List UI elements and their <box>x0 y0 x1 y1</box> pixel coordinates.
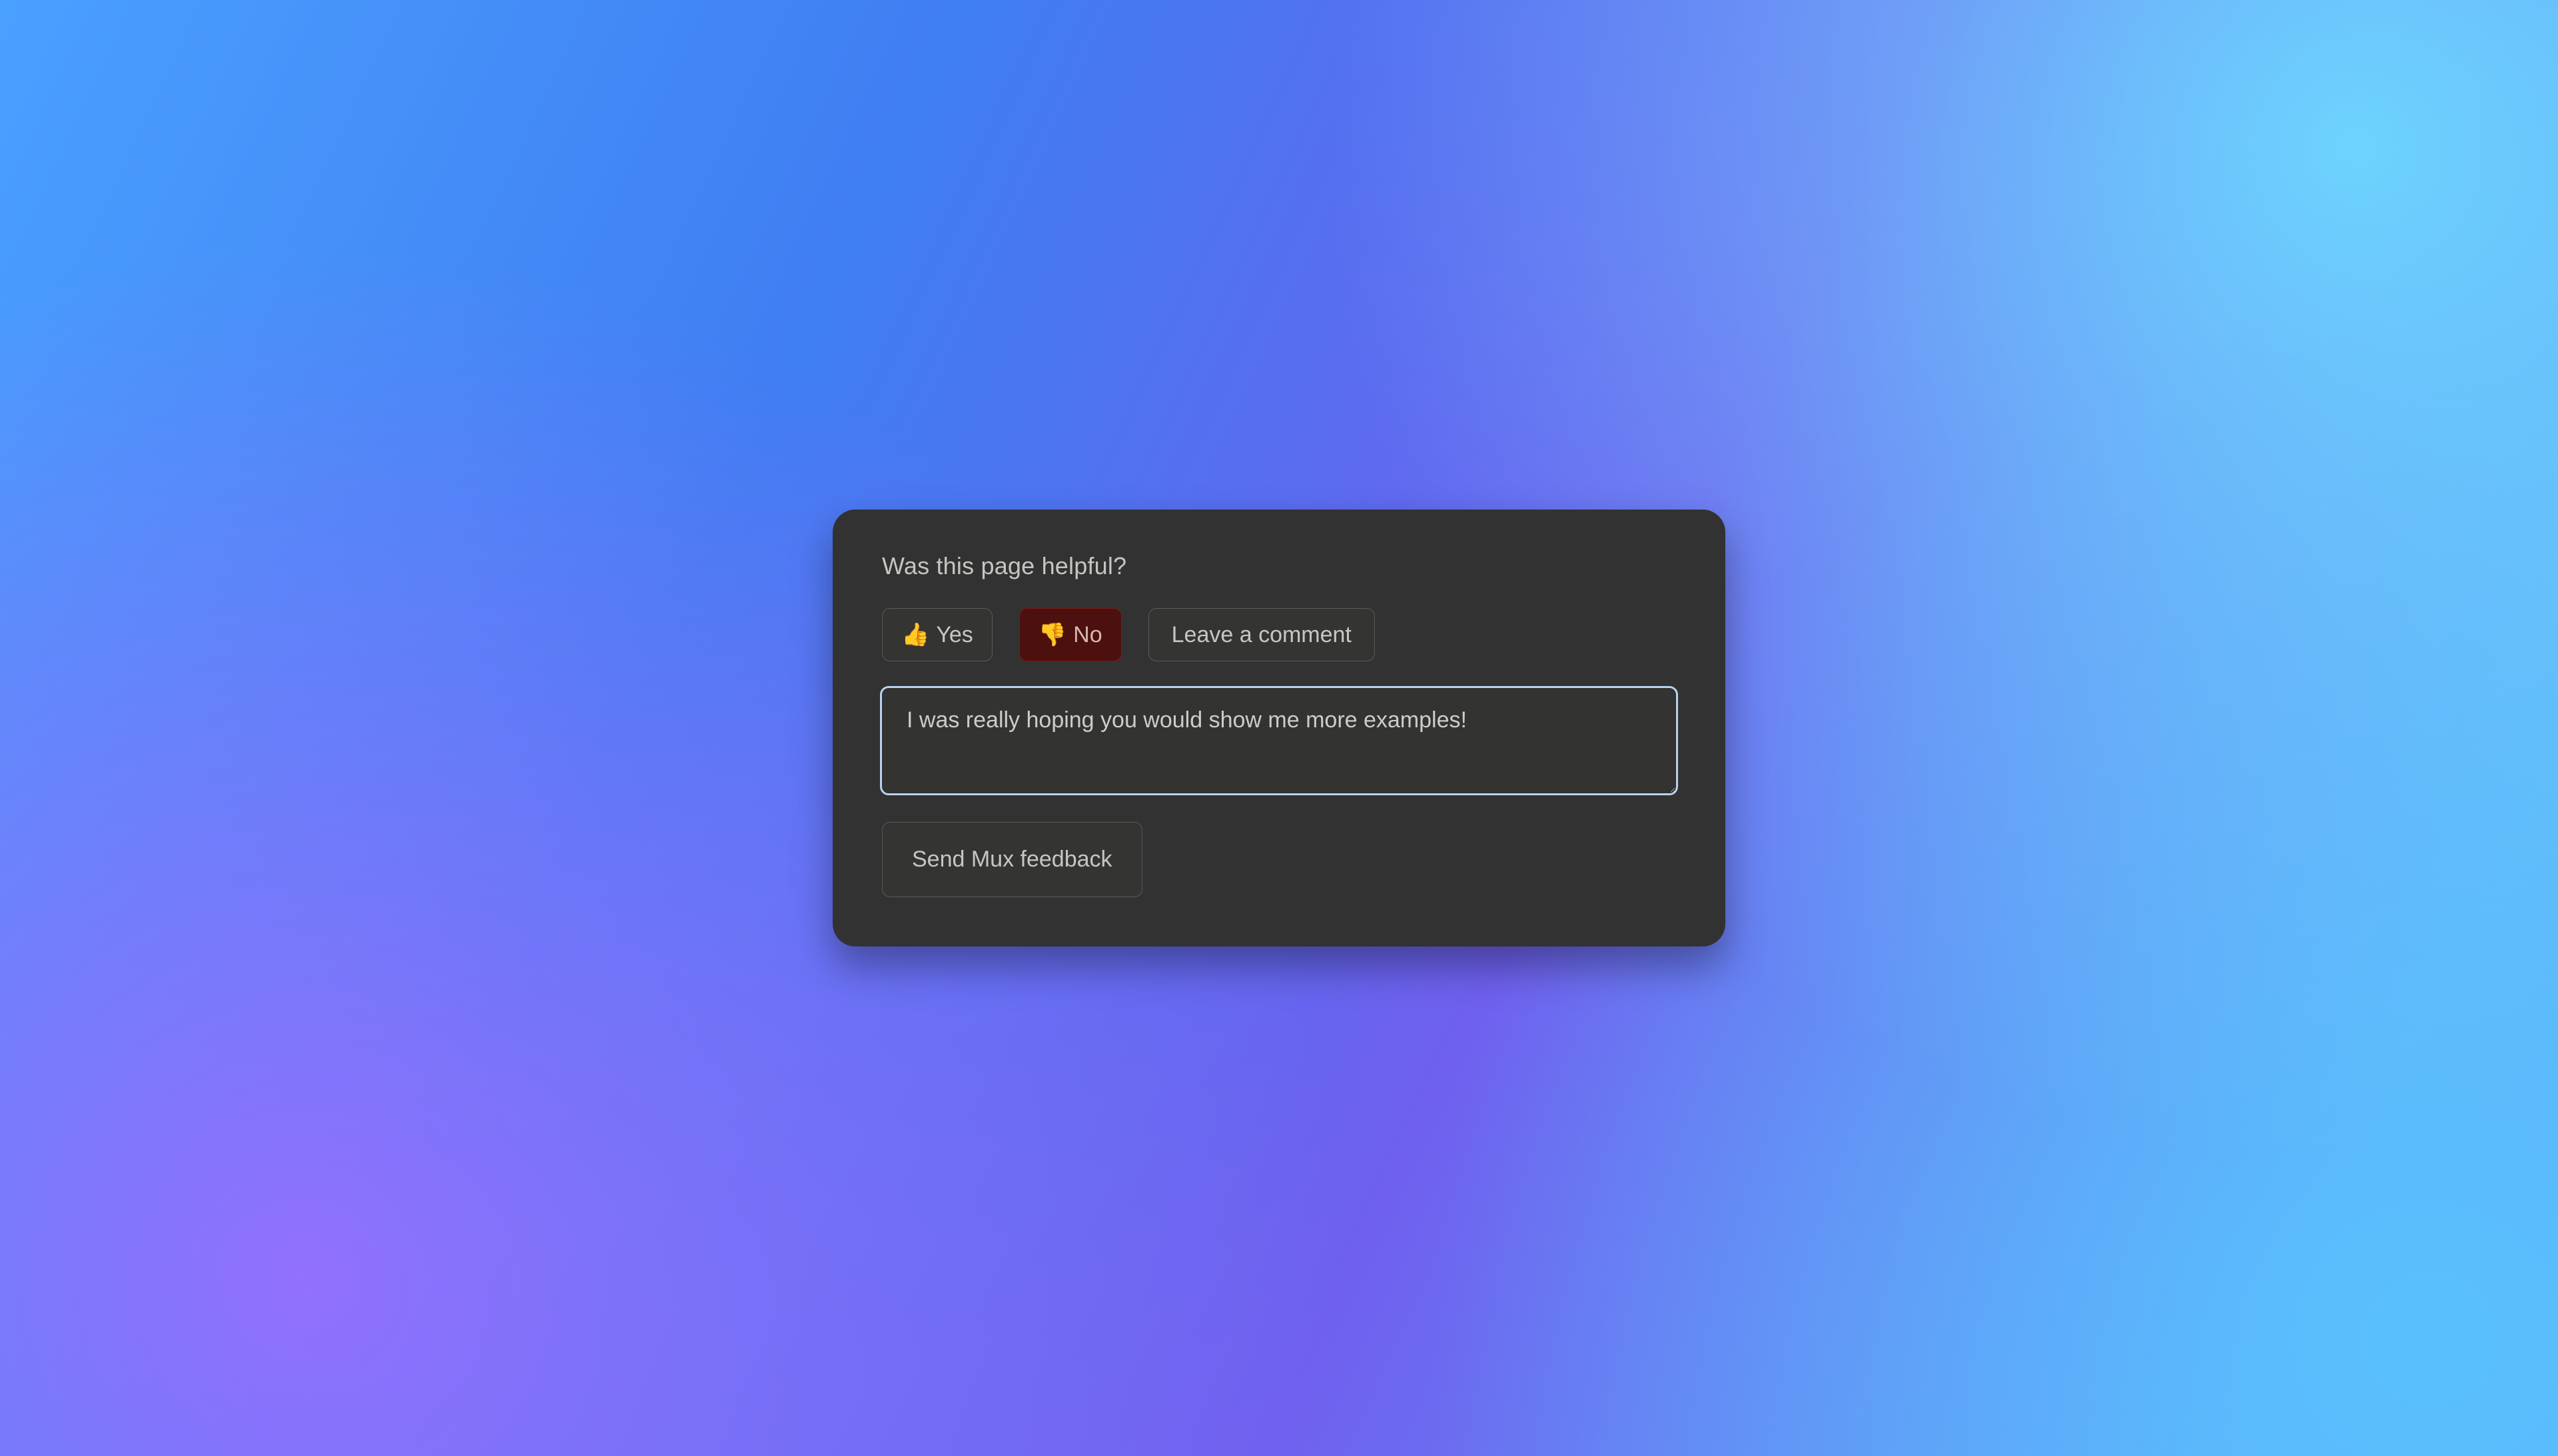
leave-comment-label: Leave a comment <box>1172 623 1352 646</box>
no-button[interactable]: 👎 No <box>1019 608 1122 661</box>
thumbs-up-icon: 👍 <box>901 623 929 646</box>
feedback-button-row: 👍 Yes 👎 No Leave a comment <box>882 608 1676 661</box>
yes-label: Yes <box>936 623 973 646</box>
feedback-card: Was this page helpful? 👍 Yes 👎 No Leave … <box>833 510 1725 946</box>
yes-button[interactable]: 👍 Yes <box>882 608 993 661</box>
send-feedback-button[interactable]: Send Mux feedback <box>882 822 1142 897</box>
leave-comment-button[interactable]: Leave a comment <box>1148 608 1375 661</box>
feedback-prompt: Was this page helpful? <box>882 552 1676 580</box>
thumbs-down-icon: 👎 <box>1039 623 1066 646</box>
yes-no-group: 👍 Yes 👎 No <box>882 608 1122 661</box>
send-feedback-label: Send Mux feedback <box>912 847 1112 873</box>
feedback-textarea[interactable] <box>882 688 1676 793</box>
no-label: No <box>1073 623 1102 646</box>
